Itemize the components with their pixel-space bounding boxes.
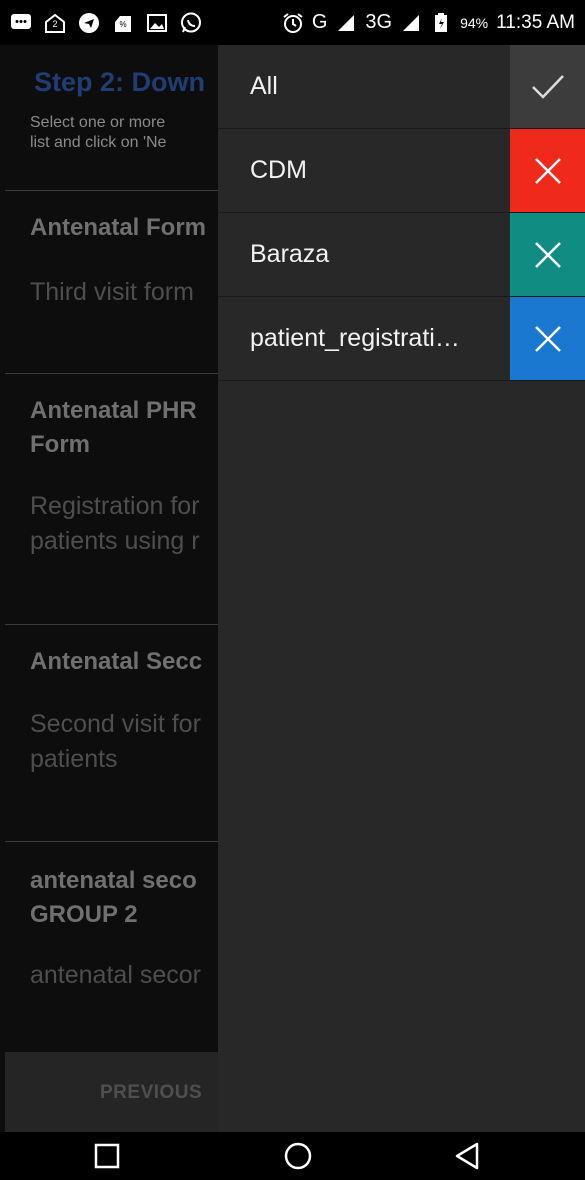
signal-icon — [335, 12, 357, 34]
system-nav-bar — [0, 1132, 585, 1180]
previous-button[interactable]: PREVIOUS — [100, 1082, 202, 1104]
battery-icon — [430, 12, 452, 34]
network-type-2: 3G — [365, 11, 393, 33]
form-desc-line-1: Registration for — [30, 492, 200, 520]
telegram-icon — [78, 12, 100, 34]
filter-label: CDM — [250, 156, 307, 184]
alarm-icon — [282, 12, 304, 34]
gallery-icon — [146, 12, 168, 34]
form-desc-line-2: patients — [30, 745, 118, 773]
form-title-line-1: Antenatal Form — [30, 214, 207, 241]
page-title: Step 2: Down — [34, 67, 206, 97]
notification-icons: 2 % — [10, 12, 202, 34]
filter-label: All — [250, 72, 278, 100]
form-title: antenatal seco GROUP 2 — [30, 864, 197, 932]
form-desc-line-1: Second visit for — [30, 710, 201, 738]
form-desc-line-1: antenatal secor — [30, 961, 201, 989]
filter-toggle-all[interactable] — [510, 45, 585, 128]
sim-toolkit-icon: % — [112, 12, 134, 34]
form-title-line-2: GROUP 2 — [30, 901, 138, 928]
clock: 11:35 AM — [496, 11, 575, 33]
form-desc-line-1: Third visit form — [30, 278, 194, 306]
filter-toggle-patient-registration[interactable] — [510, 297, 585, 380]
form-title-line-1: Antenatal Secc — [30, 648, 203, 675]
message-icon — [10, 12, 32, 34]
form-description: antenatal secor — [30, 958, 201, 993]
recents-icon — [94, 1143, 120, 1169]
form-title: Antenatal PHR Form — [30, 394, 197, 462]
svg-text:%: % — [119, 20, 126, 29]
close-icon — [534, 157, 561, 184]
form-title-line-2: Form — [30, 431, 90, 458]
recents-button[interactable] — [91, 1140, 123, 1172]
filter-item-cdm[interactable]: CDM — [218, 129, 585, 213]
status-bar: 2 % G 3G 94% 11:35 AM — [0, 0, 585, 45]
filter-drawer: All CDM Baraza patient_registrati… — [218, 45, 585, 1132]
filter-label: Baraza — [250, 240, 330, 268]
home-button[interactable] — [282, 1140, 314, 1172]
filter-toggle-baraza[interactable] — [510, 213, 585, 296]
back-icon — [455, 1142, 479, 1170]
filter-toggle-cdm[interactable] — [510, 129, 585, 212]
filter-item-baraza[interactable]: Baraza — [218, 213, 585, 297]
status-right: G 3G 94% 11:35 AM — [282, 11, 575, 34]
form-description: Second visit for patients — [30, 707, 201, 777]
svg-text:2: 2 — [52, 19, 57, 29]
form-title: Antenatal Form — [30, 211, 206, 245]
filter-item-patient-registration[interactable]: patient_registrati… — [218, 297, 585, 381]
form-description: Registration for patients using r — [30, 489, 200, 559]
close-icon — [534, 325, 561, 352]
form-description: Third visit form — [30, 275, 194, 310]
home-icon — [284, 1142, 312, 1170]
form-title-line-1: antenatal seco — [30, 867, 197, 894]
ucbrowser-icon: 2 — [44, 12, 66, 34]
signal-icon-2 — [400, 12, 422, 34]
network-type: G — [311, 11, 328, 33]
back-button[interactable] — [451, 1140, 483, 1172]
close-icon — [534, 241, 561, 268]
form-title-line-1: Antenatal PHR — [30, 397, 197, 424]
form-desc-line-2: patients using r — [30, 527, 200, 555]
filter-item-all[interactable]: All — [218, 45, 585, 129]
filter-label: patient_registrati… — [250, 324, 460, 352]
form-title: Antenatal Secc — [30, 645, 202, 679]
check-icon — [531, 74, 564, 99]
battery-percent: 94% — [460, 14, 489, 31]
whatsapp-icon — [180, 12, 202, 34]
